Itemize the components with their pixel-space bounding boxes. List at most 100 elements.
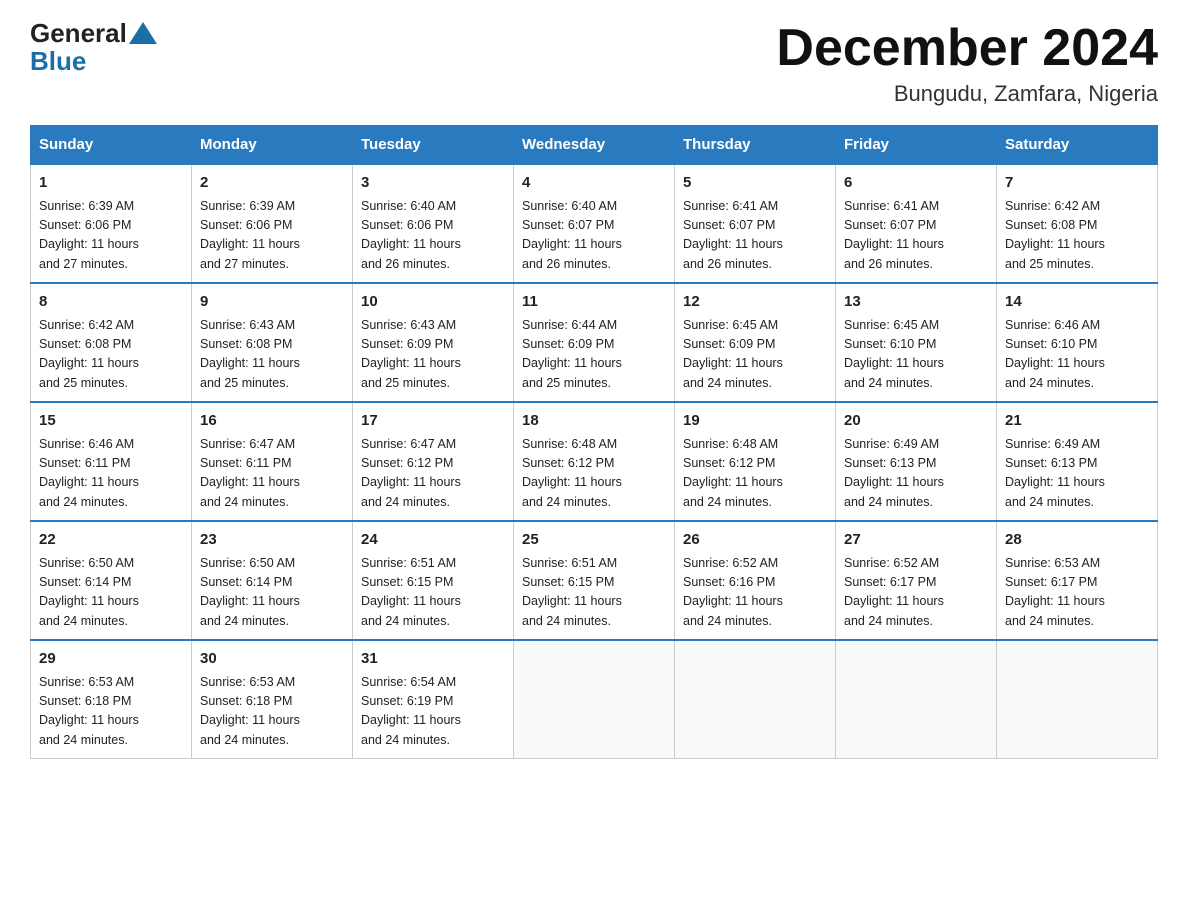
calendar-cell: 2Sunrise: 6:39 AMSunset: 6:06 PMDaylight… (192, 164, 353, 283)
weekday-header-sunday: Sunday (31, 126, 192, 165)
day-number: 3 (361, 172, 505, 195)
day-info: Sunrise: 6:39 AMSunset: 6:06 PMDaylight:… (39, 197, 183, 275)
day-number: 31 (361, 648, 505, 671)
day-number: 23 (200, 529, 344, 552)
week-row-1: 1Sunrise: 6:39 AMSunset: 6:06 PMDaylight… (31, 164, 1158, 283)
calendar-cell: 1Sunrise: 6:39 AMSunset: 6:06 PMDaylight… (31, 164, 192, 283)
calendar-cell: 4Sunrise: 6:40 AMSunset: 6:07 PMDaylight… (514, 164, 675, 283)
weekday-header-saturday: Saturday (997, 126, 1158, 165)
calendar-cell: 15Sunrise: 6:46 AMSunset: 6:11 PMDayligh… (31, 402, 192, 521)
day-info: Sunrise: 6:39 AMSunset: 6:06 PMDaylight:… (200, 197, 344, 275)
day-info: Sunrise: 6:44 AMSunset: 6:09 PMDaylight:… (522, 316, 666, 394)
day-number: 9 (200, 291, 344, 314)
weekday-header-friday: Friday (836, 126, 997, 165)
calendar-cell: 23Sunrise: 6:50 AMSunset: 6:14 PMDayligh… (192, 521, 353, 640)
week-row-5: 29Sunrise: 6:53 AMSunset: 6:18 PMDayligh… (31, 640, 1158, 759)
calendar-cell: 17Sunrise: 6:47 AMSunset: 6:12 PMDayligh… (353, 402, 514, 521)
logo-blue-text: Blue (30, 46, 86, 76)
week-row-2: 8Sunrise: 6:42 AMSunset: 6:08 PMDaylight… (31, 283, 1158, 402)
title-area: December 2024 Bungudu, Zamfara, Nigeria (776, 20, 1158, 107)
calendar-cell: 12Sunrise: 6:45 AMSunset: 6:09 PMDayligh… (675, 283, 836, 402)
calendar-cell (997, 640, 1158, 759)
day-info: Sunrise: 6:42 AMSunset: 6:08 PMDaylight:… (1005, 197, 1149, 275)
day-number: 24 (361, 529, 505, 552)
week-row-4: 22 Sunrise: 6:50 AMSunset: 6:14 PMDayligh… (31, 521, 1158, 640)
day-number: 21 (1005, 410, 1149, 433)
day-info: Sunrise: 6:43 AMSunset: 6:09 PMDaylight:… (361, 316, 505, 394)
day-number: 28 (1005, 529, 1149, 552)
calendar-cell: 16Sunrise: 6:47 AMSunset: 6:11 PMDayligh… (192, 402, 353, 521)
day-info: Sunrise: 6:46 AMSunset: 6:10 PMDaylight:… (1005, 316, 1149, 394)
calendar-cell: 31Sunrise: 6:54 AMSunset: 6:19 PMDayligh… (353, 640, 514, 759)
day-number: 8 (39, 291, 183, 314)
day-info: Sunrise: 6:49 AMSunset: 6:13 PMDaylight:… (844, 435, 988, 513)
day-number: 10 (361, 291, 505, 314)
calendar-cell: 27Sunrise: 6:52 AMSunset: 6:17 PMDayligh… (836, 521, 997, 640)
day-number: 27 (844, 529, 988, 552)
day-number: 16 (200, 410, 344, 433)
location-title: Bungudu, Zamfara, Nigeria (776, 81, 1158, 107)
day-info: Sunrise: 6:53 AMSunset: 6:18 PMDaylight:… (39, 673, 183, 751)
calendar-cell: 26Sunrise: 6:52 AMSunset: 6:16 PMDayligh… (675, 521, 836, 640)
day-info: Sunrise: 6:43 AMSunset: 6:08 PMDaylight:… (200, 316, 344, 394)
day-number: 14 (1005, 291, 1149, 314)
day-number: 15 (39, 410, 183, 433)
calendar-cell: 24Sunrise: 6:51 AMSunset: 6:15 PMDayligh… (353, 521, 514, 640)
weekday-header-wednesday: Wednesday (514, 126, 675, 165)
day-info: Sunrise: 6:40 AMSunset: 6:07 PMDaylight:… (522, 197, 666, 275)
calendar-cell: 29Sunrise: 6:53 AMSunset: 6:18 PMDayligh… (31, 640, 192, 759)
day-info: Sunrise: 6:50 AMSunset: 6:14 PMDaylight:… (200, 554, 344, 632)
calendar-cell: 21Sunrise: 6:49 AMSunset: 6:13 PMDayligh… (997, 402, 1158, 521)
day-info: Sunrise: 6:47 AMSunset: 6:12 PMDaylight:… (361, 435, 505, 513)
day-info: Sunrise: 6:52 AMSunset: 6:17 PMDaylight:… (844, 554, 988, 632)
logo-general-text: General (30, 20, 127, 46)
day-info: Sunrise: 6:51 AMSunset: 6:15 PMDaylight:… (361, 554, 505, 632)
calendar-cell: 22Sunrise: 6:50 AMSunset: 6:14 PMDayligh… (31, 521, 192, 640)
calendar-cell: 6Sunrise: 6:41 AMSunset: 6:07 PMDaylight… (836, 164, 997, 283)
day-number: 30 (200, 648, 344, 671)
weekday-header-monday: Monday (192, 126, 353, 165)
day-info: Sunrise: 6:52 AMSunset: 6:16 PMDaylight:… (683, 554, 827, 632)
day-info: Sunrise: 6:49 AMSunset: 6:13 PMDaylight:… (1005, 435, 1149, 513)
day-number: 12 (683, 291, 827, 314)
day-info: Sunrise: 6:42 AMSunset: 6:08 PMDaylight:… (39, 316, 183, 394)
calendar-cell: 25Sunrise: 6:51 AMSunset: 6:15 PMDayligh… (514, 521, 675, 640)
day-number: 25 (522, 529, 666, 552)
calendar-cell: 18Sunrise: 6:48 AMSunset: 6:12 PMDayligh… (514, 402, 675, 521)
calendar-cell: 13Sunrise: 6:45 AMSunset: 6:10 PMDayligh… (836, 283, 997, 402)
day-number: 2 (200, 172, 344, 195)
day-info: Sunrise: 6:41 AMSunset: 6:07 PMDaylight:… (844, 197, 988, 275)
page-header: General Blue December 2024 Bungudu, Zamf… (30, 20, 1158, 107)
day-number: 1 (39, 172, 183, 195)
calendar-cell: 8Sunrise: 6:42 AMSunset: 6:08 PMDaylight… (31, 283, 192, 402)
day-info: Sunrise: 6:40 AMSunset: 6:06 PMDaylight:… (361, 197, 505, 275)
day-info: Sunrise: 6:53 AMSunset: 6:17 PMDaylight:… (1005, 554, 1149, 632)
day-number: 7 (1005, 172, 1149, 195)
day-info: Sunrise: 6:51 AMSunset: 6:15 PMDaylight:… (522, 554, 666, 632)
calendar-table: SundayMondayTuesdayWednesdayThursdayFrid… (30, 125, 1158, 759)
month-title: December 2024 (776, 20, 1158, 77)
week-row-3: 15Sunrise: 6:46 AMSunset: 6:11 PMDayligh… (31, 402, 1158, 521)
day-number: 5 (683, 172, 827, 195)
weekday-header-thursday: Thursday (675, 126, 836, 165)
calendar-cell: 5Sunrise: 6:41 AMSunset: 6:07 PMDaylight… (675, 164, 836, 283)
calendar-cell: 10Sunrise: 6:43 AMSunset: 6:09 PMDayligh… (353, 283, 514, 402)
day-number: 4 (522, 172, 666, 195)
calendar-cell: 3Sunrise: 6:40 AMSunset: 6:06 PMDaylight… (353, 164, 514, 283)
day-number: 19 (683, 410, 827, 433)
day-info: Sunrise: 6:53 AMSunset: 6:18 PMDaylight:… (200, 673, 344, 751)
day-number: 22 (39, 529, 183, 552)
day-info: Sunrise: 6:48 AMSunset: 6:12 PMDaylight:… (683, 435, 827, 513)
day-info: Sunrise: 6:46 AMSunset: 6:11 PMDaylight:… (39, 435, 183, 513)
calendar-cell: 30Sunrise: 6:53 AMSunset: 6:18 PMDayligh… (192, 640, 353, 759)
logo: General Blue (30, 20, 159, 77)
day-number: 26 (683, 529, 827, 552)
day-info: Sunrise: 6:41 AMSunset: 6:07 PMDaylight:… (683, 197, 827, 275)
day-info: Sunrise: 6:47 AMSunset: 6:11 PMDaylight:… (200, 435, 344, 513)
day-number: 6 (844, 172, 988, 195)
calendar-cell: 28Sunrise: 6:53 AMSunset: 6:17 PMDayligh… (997, 521, 1158, 640)
day-info: Sunrise: 6:45 AMSunset: 6:10 PMDaylight:… (844, 316, 988, 394)
calendar-cell (675, 640, 836, 759)
day-number: 17 (361, 410, 505, 433)
weekday-header-tuesday: Tuesday (353, 126, 514, 165)
